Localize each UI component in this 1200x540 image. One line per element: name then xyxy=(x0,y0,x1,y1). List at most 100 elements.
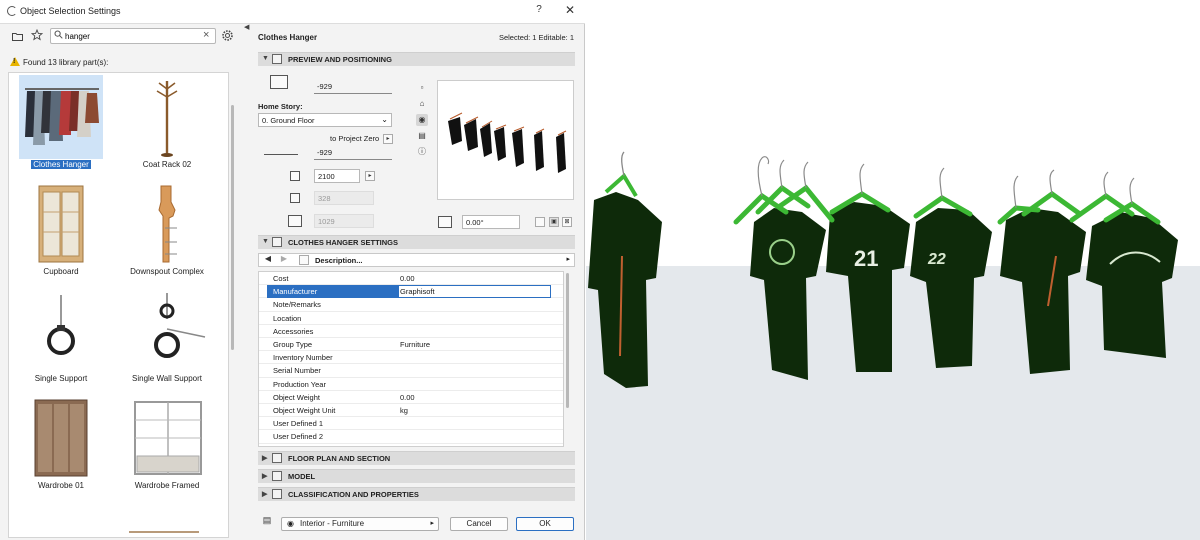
3d-scene: 21 22 xyxy=(586,151,1200,540)
shirt-print-21: 21 xyxy=(854,246,878,271)
height-icon xyxy=(290,171,300,181)
parameter-name: Production Year xyxy=(273,379,326,389)
library-item-downspout-complex[interactable]: Downspout Complex xyxy=(117,180,217,285)
description-label[interactable]: Description... xyxy=(315,256,363,265)
description-arrow-icon[interactable]: ▸ xyxy=(566,255,570,263)
parameter-row[interactable]: User Defined 2 xyxy=(259,430,563,444)
library-item-coat-rack[interactable]: Coat Rack 02 xyxy=(117,73,217,178)
clear-search-icon[interactable]: × xyxy=(203,29,209,41)
parameter-row[interactable]: Cost 0.00 xyxy=(259,272,563,286)
item-label: Coat Rack 02 xyxy=(142,160,192,169)
collapse-panel-icon[interactable]: ◀ xyxy=(244,23,249,31)
view-list-icon[interactable]: ▤ xyxy=(416,130,428,142)
mirror-y-button[interactable]: ⊠ xyxy=(562,217,572,227)
layer-select[interactable]: ◉ Interior - Furniture ▸ xyxy=(281,517,439,531)
section-classification-properties[interactable]: ▶ CLASSIFICATION AND PROPERTIES xyxy=(258,487,575,501)
parameter-row[interactable]: Object Weight 0.00 xyxy=(259,391,563,404)
title-bar: Object Selection Settings ? ✕ xyxy=(0,0,585,24)
caret-right-icon: ▶ xyxy=(262,491,268,498)
depth-icon xyxy=(288,215,302,227)
parameter-name: Note/Remarks xyxy=(273,300,321,310)
elevation-zero-field[interactable]: -929 xyxy=(314,146,392,160)
parameter-name: Cost xyxy=(273,274,289,283)
parameter-row[interactable]: Manufacturer Graphisoft xyxy=(259,285,563,299)
parameter-row[interactable]: Location xyxy=(259,312,563,325)
library-grid[interactable]: Clothes Hanger Coat Rack 02 Cupboard Dow… xyxy=(8,72,229,538)
parameter-row[interactable]: Inventory Number xyxy=(259,351,563,365)
library-item-single-wall-support[interactable]: Single Wall Support xyxy=(117,287,217,392)
downspout-thumbnail xyxy=(125,182,209,266)
wardrobe-01-thumbnail xyxy=(19,396,103,480)
3d-viewport[interactable]: 21 22 xyxy=(586,0,1200,540)
parameter-row[interactable]: Production Year xyxy=(259,378,563,391)
angle-field[interactable]: 0.00° xyxy=(462,215,520,229)
parameter-row[interactable]: Group Type Furniture xyxy=(259,338,563,352)
library-scrollbar[interactable] xyxy=(231,105,234,350)
parameter-table[interactable]: Cost 0.00 Manufacturer Graphisoft Note/Remar… xyxy=(258,271,564,447)
parameter-name: Inventory Number xyxy=(273,353,333,363)
link-dimensions-button[interactable]: ▸ xyxy=(365,171,375,181)
library-item-single-support[interactable]: Single Support xyxy=(11,287,111,392)
parameter-scrollbar[interactable] xyxy=(566,273,569,408)
parameter-row[interactable]: User Defined 1 xyxy=(259,417,563,431)
project-zero-arrow-button[interactable]: ▸ xyxy=(383,134,393,144)
parameter-value[interactable]: 0.00 xyxy=(400,393,415,402)
cupboard-thumbnail xyxy=(19,182,103,266)
next-item-partial xyxy=(129,531,199,537)
section-model[interactable]: ▶ MODEL xyxy=(258,469,575,483)
view-3d-icon[interactable]: ◉ xyxy=(416,114,428,126)
item-label: Downspout Complex xyxy=(130,267,204,276)
ok-button[interactable]: OK xyxy=(516,517,574,531)
parameter-row[interactable]: Serial Number xyxy=(259,364,563,378)
star-icon[interactable] xyxy=(30,28,44,42)
mirror-none-checkbox[interactable] xyxy=(535,217,545,227)
gear-icon[interactable] xyxy=(220,28,234,42)
item-label: Single Wall Support xyxy=(132,374,202,383)
single-support-thumbnail xyxy=(19,289,103,373)
info-icon[interactable]: ⓘ xyxy=(416,146,428,158)
elevation-top-field[interactable]: -929 xyxy=(314,80,392,94)
clothes-hanger-thumbnail xyxy=(19,75,103,159)
cancel-button[interactable]: Cancel xyxy=(450,517,508,531)
section-preview-positioning[interactable]: ▼ PREVIEW AND POSITIONING xyxy=(258,52,575,66)
search-input[interactable] xyxy=(65,30,195,42)
close-button[interactable]: ✕ xyxy=(563,3,577,17)
search-field[interactable]: × xyxy=(50,28,216,44)
folder-icon[interactable] xyxy=(10,29,24,43)
parameter-value[interactable]: Graphisoft xyxy=(400,287,435,296)
height-field[interactable]: 2100 xyxy=(314,169,360,183)
to-project-zero-label: to Project Zero xyxy=(330,134,380,143)
parameter-value[interactable]: Furniture xyxy=(400,340,430,349)
window-title: Object Selection Settings xyxy=(20,6,121,16)
library-item-clothes-hanger[interactable]: Clothes Hanger xyxy=(11,73,111,178)
next-page-arrow-icon[interactable]: ▶ xyxy=(279,255,289,265)
depth-field[interactable]: 1029 xyxy=(314,214,374,228)
help-button[interactable]: ? xyxy=(533,4,545,15)
model-section-icon xyxy=(272,471,282,481)
library-item-wardrobe-framed[interactable]: Wardrobe Framed xyxy=(117,394,217,499)
floorplan-section-icon xyxy=(272,453,282,463)
section-clothes-hanger-settings[interactable]: ▼ CLOTHES HANGER SETTINGS xyxy=(258,235,575,249)
width-field[interactable]: 328 xyxy=(314,191,374,205)
shirt-print-22: 22 xyxy=(927,251,946,268)
library-item-wardrobe-01[interactable]: Wardrobe 01 xyxy=(11,394,111,499)
layer-arrow-icon: ▸ xyxy=(430,520,434,527)
caret-right-icon: ▶ xyxy=(262,455,268,462)
library-item-cupboard[interactable]: Cupboard xyxy=(11,180,111,285)
parameter-row[interactable]: Accessories xyxy=(259,325,563,338)
home-story-select[interactable]: 0. Ground Floor ⌄ xyxy=(258,113,392,127)
section-floor-plan-and-section[interactable]: ▶ FLOOR PLAN AND SECTION xyxy=(258,451,575,465)
eye-icon: ◉ xyxy=(287,519,294,528)
view-floorplan-icon[interactable]: ▫ xyxy=(416,82,428,94)
parameter-value[interactable]: kg xyxy=(400,406,408,415)
prev-page-arrow-icon[interactable]: ◀ xyxy=(263,255,273,265)
parameter-row[interactable]: Object Weight Unit kg xyxy=(259,404,563,418)
object-preview xyxy=(437,80,574,200)
parameter-value[interactable]: 0.00 xyxy=(400,274,415,283)
mirror-x-button[interactable]: ▣ xyxy=(549,217,559,227)
zero-elevation-icon xyxy=(264,143,298,155)
parameter-row[interactable]: Note/Remarks xyxy=(259,298,563,312)
item-label: Single Support xyxy=(34,374,88,383)
top-elevation-icon xyxy=(270,75,288,89)
view-section-icon[interactable]: ⌂ xyxy=(416,98,428,110)
